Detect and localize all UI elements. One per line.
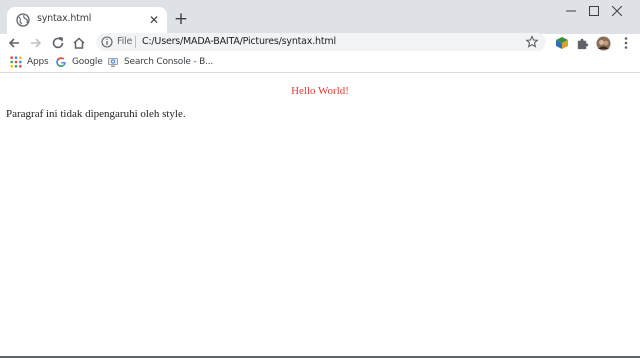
profile-button[interactable]	[594, 34, 612, 52]
new-tab-button[interactable]: +	[172, 9, 190, 29]
forward-button[interactable]	[27, 34, 45, 52]
page-viewport: Hello World! Paragraf ini tidak dipengar…	[0, 74, 640, 358]
back-button[interactable]	[5, 34, 23, 52]
active-tab[interactable]: syntax.html ✕	[7, 7, 167, 34]
bookmark-label: Search Console - B...	[124, 57, 214, 67]
bookmark-star-icon[interactable]	[525, 35, 539, 49]
more-vertical-icon	[624, 37, 628, 49]
bookmark-label: Apps	[27, 57, 49, 67]
puzzle-icon	[577, 38, 588, 49]
globe-icon	[16, 13, 30, 27]
apps-grid-icon	[10, 56, 22, 68]
url-text[interactable]: C:/Users/MADA-BAITA/Pictures/syntax.html	[142, 36, 336, 47]
tab-title: syntax.html	[37, 13, 92, 24]
extension-cube-icon	[556, 37, 568, 49]
home-button[interactable]	[70, 34, 88, 52]
profile-avatar	[596, 36, 610, 50]
search-console-icon	[108, 58, 118, 67]
scheme-chip[interactable]: File	[117, 36, 132, 47]
tab-strip: syntax.html ✕ +	[0, 0, 640, 34]
navigation-toolbar: File C:/Users/MADA-BAITA/Pictures/syntax…	[0, 33, 640, 52]
tab-close-button[interactable]: ✕	[147, 13, 161, 27]
reload-button[interactable]	[49, 34, 67, 52]
chrome-menu-button[interactable]	[617, 34, 635, 52]
extensions-menu-button[interactable]	[573, 34, 591, 52]
page-paragraph: Paragraf ini tidak dipengaruhi oleh styl…	[6, 108, 186, 120]
back-arrow-icon	[8, 38, 19, 48]
info-icon[interactable]	[101, 36, 113, 48]
bookmark-label: Google	[72, 57, 103, 67]
reload-icon	[52, 37, 64, 49]
close-icon	[612, 6, 622, 16]
bookmarks-bar: Apps Google Search Console - B...	[0, 52, 640, 73]
home-icon	[73, 37, 85, 49]
forward-arrow-icon	[31, 38, 42, 48]
google-g-icon	[56, 57, 66, 67]
bookmark-google[interactable]: Google	[55, 55, 103, 69]
extension-button[interactable]	[553, 34, 571, 52]
page-heading: Hello World!	[291, 85, 349, 97]
address-bar[interactable]: File C:/Users/MADA-BAITA/Pictures/syntax…	[96, 33, 546, 51]
bookmark-apps[interactable]: Apps	[10, 55, 49, 69]
omnibox-divider	[135, 36, 136, 48]
window-close-button[interactable]	[594, 0, 640, 22]
bookmark-search-console[interactable]: Search Console - B...	[107, 55, 213, 69]
